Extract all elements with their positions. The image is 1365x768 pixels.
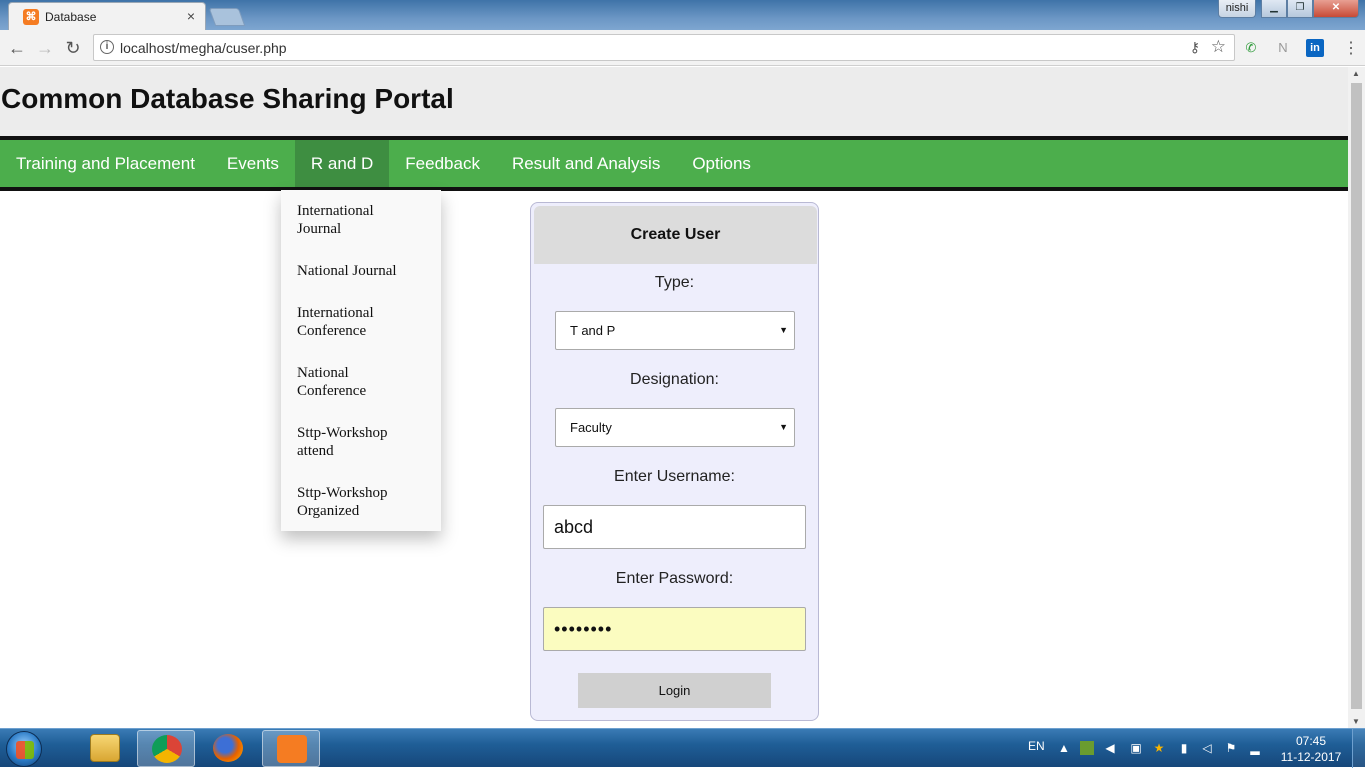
- volume-icon[interactable]: ◁: [1200, 741, 1214, 755]
- back-arrow-icon[interactable]: ←: [6, 37, 28, 59]
- close-window-button[interactable]: ✕: [1313, 0, 1359, 18]
- type-label: Type:: [654, 274, 695, 291]
- dropdown-item-international-journal[interactable]: International Journal: [281, 200, 401, 260]
- scroll-down-icon[interactable]: ▼: [1352, 717, 1360, 726]
- language-indicator[interactable]: EN: [1028, 739, 1045, 753]
- windows-taskbar: EN ▲ ◀ ▣ ★ ▮ ◁ ⚑ ▂ 07:45 11-12-2017: [0, 728, 1365, 768]
- key-icon[interactable]: ⚷: [1190, 39, 1200, 56]
- battery-icon[interactable]: ▮: [1177, 741, 1191, 755]
- nav-result-and-analysis[interactable]: Result and Analysis: [496, 140, 676, 187]
- maximize-button[interactable]: ❐: [1287, 0, 1313, 18]
- taskbar-explorer[interactable]: [76, 730, 134, 767]
- dropdown-item-national-journal[interactable]: National Journal: [281, 260, 441, 302]
- nav-training-and-placement[interactable]: Training and Placement: [0, 140, 211, 187]
- nav-r-and-d[interactable]: R and D: [294, 140, 390, 187]
- nav-events[interactable]: Events: [211, 140, 295, 187]
- dropdown-item-international-conference[interactable]: International Conference: [281, 302, 401, 362]
- username-input[interactable]: abcd: [543, 505, 806, 549]
- speaker-icon[interactable]: ◀: [1103, 741, 1117, 755]
- forward-arrow-icon[interactable]: →: [34, 37, 56, 59]
- show-desktop-button[interactable]: [1352, 729, 1365, 768]
- taskbar-firefox[interactable]: [199, 730, 257, 767]
- designation-select-value: Faculty: [570, 420, 612, 435]
- dropdown-item-sttp-workshop-organized[interactable]: Sttp-Workshop Organized: [281, 482, 411, 542]
- browser-titlebar: ⌘ Database × nishi ▁ ❐ ✕: [0, 0, 1365, 30]
- extension-n-icon[interactable]: N: [1274, 39, 1292, 57]
- login-button[interactable]: Login: [578, 673, 771, 708]
- chevron-down-icon: ▼: [779, 422, 788, 432]
- chrome-icon: [152, 735, 182, 763]
- page-title: Common Database Sharing Portal: [1, 83, 454, 114]
- url-input[interactable]: [120, 40, 1020, 56]
- windows-logo-icon: [16, 741, 34, 759]
- action-center-flag-icon[interactable]: ⚑: [1224, 741, 1238, 755]
- info-icon[interactable]: i: [100, 40, 114, 54]
- dropdown-item-national-conference[interactable]: National Conference: [281, 362, 401, 422]
- folder-icon: [90, 734, 120, 762]
- display-icon[interactable]: ▣: [1129, 741, 1143, 755]
- nav-options[interactable]: Options: [676, 140, 767, 187]
- password-input[interactable]: ••••••••: [543, 607, 806, 651]
- firefox-icon: [213, 734, 243, 762]
- form-heading: Create User: [534, 206, 817, 264]
- taskbar-chrome[interactable]: [137, 730, 195, 767]
- designation-label: Designation:: [630, 371, 719, 388]
- linkedin-icon[interactable]: in: [1306, 39, 1324, 57]
- reload-icon[interactable]: ↻: [62, 37, 84, 59]
- chevron-down-icon: ▼: [779, 325, 788, 335]
- nav-feedback[interactable]: Feedback: [389, 140, 496, 187]
- extension-phone-icon[interactable]: ✆: [1242, 39, 1260, 57]
- tab-close-icon[interactable]: ×: [187, 8, 195, 24]
- browser-menu-icon[interactable]: ⋮: [1343, 38, 1359, 58]
- type-select[interactable]: T and P ▼: [555, 311, 795, 350]
- xampp-favicon-icon: ⌘: [23, 9, 39, 25]
- main-navbar: Training and Placement Events R and D Fe…: [0, 136, 1348, 191]
- star-badge-icon[interactable]: ★: [1152, 741, 1166, 755]
- password-label: Enter Password:: [615, 570, 734, 587]
- page-scrollbar[interactable]: ▲ ▼: [1348, 67, 1365, 728]
- taskbar-clock[interactable]: 07:45 11-12-2017: [1276, 733, 1346, 765]
- r-and-d-dropdown-menu: International Journal National Journal I…: [281, 190, 441, 531]
- create-user-form: Create User Type: T and P ▼ Designation:…: [530, 202, 819, 721]
- profile-button[interactable]: nishi: [1218, 0, 1256, 18]
- type-select-value: T and P: [570, 323, 616, 338]
- designation-select[interactable]: Faculty ▼: [555, 408, 795, 447]
- username-label: Enter Username:: [614, 468, 735, 485]
- window-controls: ▁ ❐ ✕: [1261, 0, 1359, 18]
- clock-time: 07:45: [1295, 734, 1327, 748]
- tab-title: Database: [45, 10, 97, 24]
- browser-tab[interactable]: ⌘ Database ×: [8, 2, 206, 30]
- bookmark-star-icon[interactable]: ☆: [1211, 37, 1226, 57]
- chevron-up-icon[interactable]: ▲: [1057, 741, 1071, 755]
- clock-date: 11-12-2017: [1280, 750, 1342, 764]
- dropdown-item-sttp-workshop-attend[interactable]: Sttp-Workshop attend: [281, 422, 411, 482]
- minimize-button[interactable]: ▁: [1261, 0, 1287, 18]
- network-signal-icon[interactable]: ▂: [1248, 741, 1262, 755]
- start-button[interactable]: [6, 731, 42, 767]
- page-viewport: Common Database Sharing Portal Training …: [0, 67, 1365, 728]
- xampp-icon: [277, 735, 307, 763]
- browser-toolbar: ← → ↻ i ⚷ ☆ ✆ N in ⋮: [0, 30, 1365, 66]
- address-bar[interactable]: i ⚷ ☆: [93, 34, 1235, 61]
- scrollbar-thumb[interactable]: [1351, 83, 1362, 709]
- taskbar-xampp[interactable]: [262, 730, 320, 767]
- scroll-up-icon[interactable]: ▲: [1352, 69, 1360, 78]
- page-header: Common Database Sharing Portal: [0, 67, 1348, 136]
- tray-app-icon[interactable]: [1080, 741, 1094, 755]
- new-tab-button[interactable]: [208, 8, 246, 26]
